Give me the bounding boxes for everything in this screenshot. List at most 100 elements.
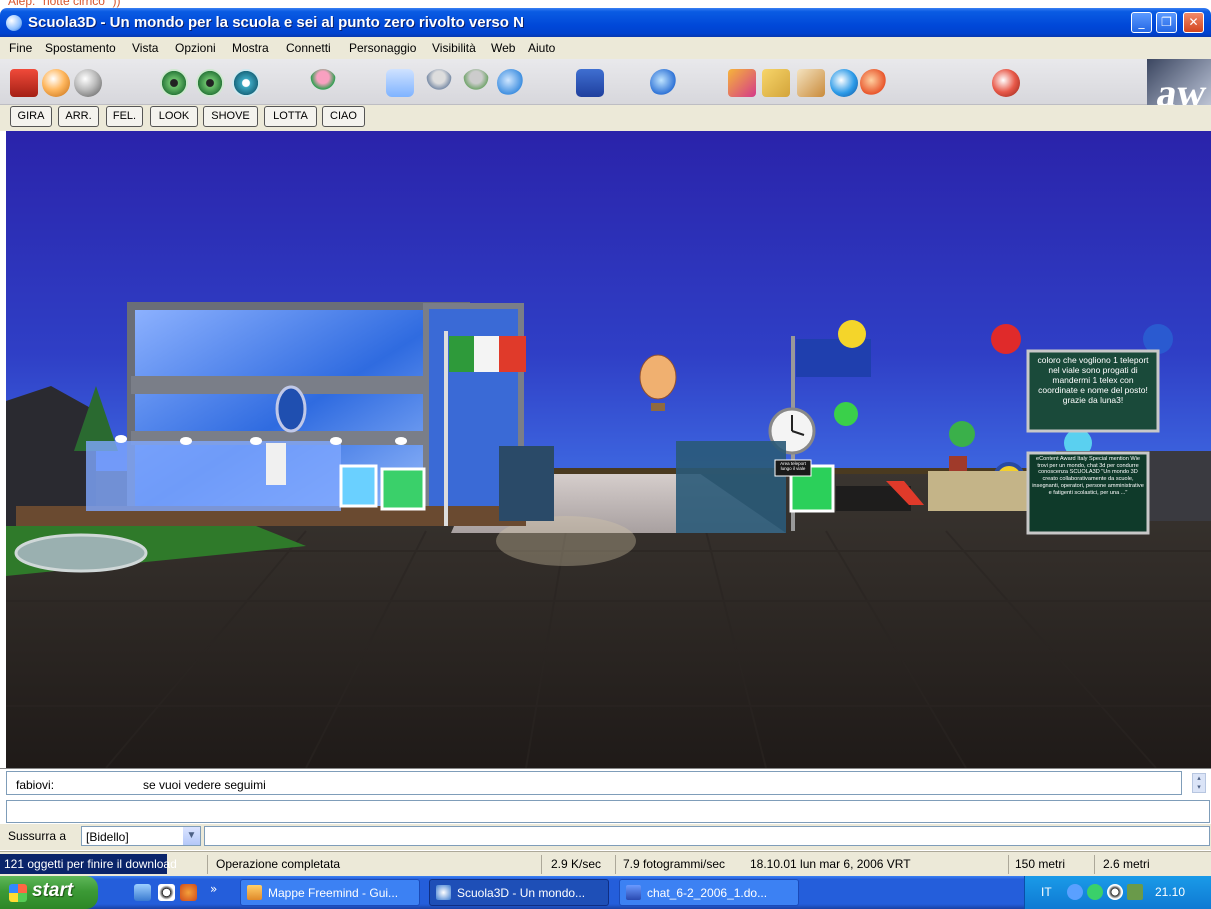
poster-1 [339,464,378,508]
person-icon[interactable] [462,69,490,97]
task-scuola3d-label: Scuola3D - Un mondo... [457,886,586,900]
volume-icon[interactable] [1127,884,1143,900]
gira-button[interactable]: GIRA [10,106,52,127]
clock: 21.10 [1155,885,1186,899]
quicklaunch-more[interactable]: » [210,882,217,896]
poster-2 [380,467,426,511]
shove-button[interactable]: SHOVE [203,106,258,127]
chat-log[interactable]: fabiovi: se vuoi vedere seguimi [6,771,1182,795]
scroll-down-icon[interactable]: ▾ [1193,783,1205,792]
scroll-up-icon[interactable]: ▴ [1193,774,1205,783]
hot-air-balloon [639,354,677,400]
activeworlds-icon [436,885,451,900]
gallery-row [676,441,786,533]
whisper-input[interactable] [204,826,1210,846]
panda-icon[interactable] [158,884,175,901]
back-icon[interactable] [42,69,70,97]
close-button[interactable]: ✕ [1183,12,1204,33]
help-icon[interactable] [860,69,888,97]
panda-tray-icon[interactable] [1107,884,1123,900]
3d-viewport[interactable]: coloro che vogliono 1 teleport nel viale… [6,131,1211,768]
arr-button[interactable]: ARR. [58,106,99,127]
top-caption: Alep: "notte cirrico" )) [8,0,121,8]
lamp-light [115,435,127,443]
ciao-button[interactable]: CIAO [322,106,365,127]
look-button[interactable]: LOOK [150,106,198,127]
menu-spostamento[interactable]: Spostamento [45,41,116,55]
smiley-green-2 [949,421,975,447]
lamp-light-5 [395,437,407,445]
status-download: 121 oggetti per finire il download [4,857,177,871]
task-word-label: chat_6-2_2006_1.do... [647,886,768,900]
pond [14,533,148,573]
browser-icon[interactable] [650,69,678,97]
dropdown-arrow-icon[interactable]: ▼ [183,827,200,845]
chat-area: fabiovi: se vuoi vedere seguimi ▴ ▾ [0,768,1211,826]
eye-icon[interactable] [160,69,188,97]
fel-button[interactable]: FEL. [106,106,143,127]
person-icon[interactable] [386,69,414,97]
task-freemind[interactable]: Mappe Freemind - Gui... [240,879,420,906]
avatar-icon[interactable] [309,69,337,97]
status-time: 18.10.01 lun mar 6, 2006 VRT [750,857,911,871]
map-icon[interactable] [797,69,825,97]
whisper-selected: [Bidello] [86,830,129,844]
system-tray: IT 21.10 [1024,876,1211,909]
network-icon[interactable] [1087,884,1103,900]
maximize-button[interactable]: ❐ [1156,12,1177,33]
menu-mostra[interactable]: Mostra [232,41,269,55]
menu-bar: Fine Spostamento Vista Opzioni Mostra Co… [0,37,1211,59]
building-window [275,385,307,433]
status-operation: Operazione completata [216,857,341,871]
desktop-icon[interactable] [134,884,151,901]
chat-input[interactable] [6,800,1210,823]
windows-logo-icon [9,884,27,902]
notes-icon[interactable] [762,69,790,97]
balloon-basket [651,403,665,411]
house-dark [6,386,96,526]
group-icon[interactable] [497,69,525,97]
afk-icon[interactable] [576,69,604,97]
globe-icon[interactable] [830,69,858,97]
teleport-sign-text: coloro che vogliono 1 teleport nel viale… [1037,355,1149,405]
minimize-button[interactable]: _ [1131,12,1152,33]
start-button[interactable]: start [0,876,98,909]
task-scuola3d[interactable]: Scuola3D - Un mondo... [429,879,609,906]
building-front [86,441,341,511]
menu-fine[interactable]: Fine [9,41,32,55]
menu-opzioni[interactable]: Opzioni [175,41,216,55]
menu-personaggio[interactable]: Personaggio [349,41,416,55]
menu-web[interactable]: Web [491,41,515,55]
tray-arrow-icon[interactable] [1067,884,1083,900]
media-icon[interactable] [180,884,197,901]
start-label: start [32,880,74,901]
status-speed: 2.9 K/sec [551,857,602,871]
building-sign [266,443,286,485]
whisper-recipient-select[interactable]: [Bidello] ▼ [81,826,201,846]
title-bar: Scuola3D - Un mondo per la scuola e sei … [0,8,1211,37]
menu-visibilita[interactable]: Visibilità [432,41,476,55]
app-icon [6,15,22,31]
smiley-red [991,324,1021,354]
lotta-button[interactable]: LOTTA [264,106,317,127]
person-icon[interactable] [425,69,453,97]
freemind-icon [247,885,262,900]
task-freemind-label: Mappe Freemind - Gui... [268,886,399,900]
forward-icon[interactable] [74,69,102,97]
taskbar: start » Mappe Freemind - Gui... Scuola3D… [0,876,1211,909]
flag-red [499,336,526,372]
exit-icon[interactable] [992,69,1020,97]
menu-connetti[interactable]: Connetti [286,41,331,55]
eye-icon[interactable] [196,69,224,97]
3d-scene: coloro che vogliono 1 teleport nel viale… [6,302,1211,768]
status-height: 2.6 metri [1103,857,1150,871]
eye-icon[interactable] [232,69,260,97]
language-indicator[interactable]: IT [1041,885,1052,899]
smiley-yellow [838,320,866,348]
menu-aiuto[interactable]: Aiuto [528,41,555,55]
home-icon[interactable] [10,69,38,97]
chat-scroll[interactable]: ▴ ▾ [1192,773,1206,793]
task-word[interactable]: chat_6-2_2006_1.do... [619,879,799,906]
menu-vista[interactable]: Vista [132,41,158,55]
paint-icon[interactable] [728,69,756,97]
